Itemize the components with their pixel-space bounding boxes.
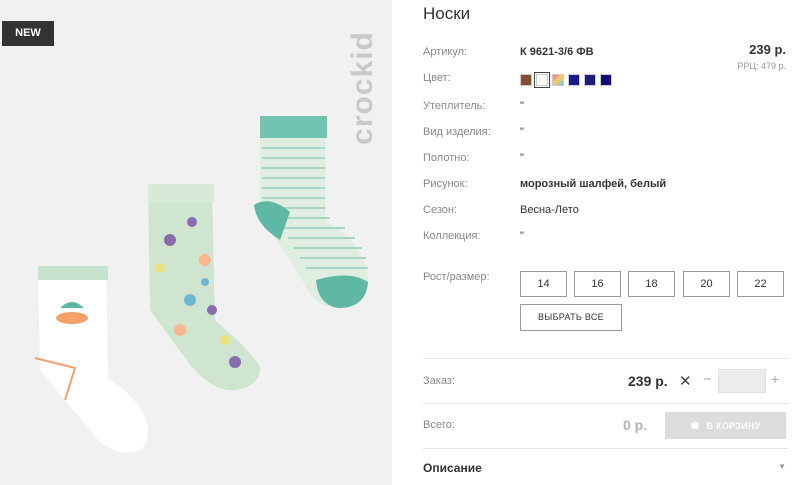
color-swatches <box>520 72 612 88</box>
multiply-icon: ✕ <box>679 373 692 390</box>
collection-label: Коллекция: <box>423 230 481 242</box>
pattern-value: морозный шалфей, белый <box>520 178 667 190</box>
item-type-value: " <box>520 126 524 138</box>
quantity-increase-button[interactable]: + <box>771 371 779 387</box>
chevron-down-icon[interactable]: ▼ <box>778 462 786 471</box>
quantity-input[interactable] <box>718 369 766 393</box>
white-sock <box>34 266 148 453</box>
order-label: Заказ: <box>423 375 455 387</box>
season-value: Весна-Лето <box>520 204 579 216</box>
collection-value: " <box>520 230 524 242</box>
divider <box>423 358 788 359</box>
item-type-label: Вид изделия: <box>423 126 491 138</box>
color-swatch[interactable] <box>552 74 564 86</box>
quantity-decrease-button[interactable]: − <box>703 371 712 388</box>
fabric-value: " <box>520 152 524 164</box>
size-button-14[interactable]: 14 <box>520 271 567 297</box>
size-button-18[interactable]: 18 <box>628 271 675 297</box>
color-swatch-selected[interactable] <box>534 72 550 88</box>
total-sum: 0 р. <box>623 417 648 433</box>
divider <box>423 403 788 404</box>
pattern-label: Рисунок: <box>423 178 468 190</box>
size-button-22[interactable]: 22 <box>737 271 784 297</box>
new-badge: NEW <box>2 21 54 46</box>
article-label: Артикул: <box>423 46 468 58</box>
add-to-cart-label: В КОРЗИНУ <box>706 420 761 431</box>
color-swatch[interactable] <box>568 74 580 86</box>
article-value: К 9621-3/6 ФВ <box>520 46 594 58</box>
color-swatch[interactable] <box>584 74 596 86</box>
product-title: Носки <box>423 4 471 23</box>
striped-sock <box>254 116 369 309</box>
color-label: Цвет: <box>423 72 451 84</box>
product-price: 239 р. <box>749 42 786 57</box>
cart-icon <box>691 420 700 429</box>
fabric-label: Полотно: <box>423 152 470 164</box>
product-details-panel: Носки 239 р. РРЦ: 479 р. Артикул: К 9621… <box>423 0 800 485</box>
recommended-price: РРЦ: 479 р. <box>737 61 786 71</box>
divider <box>423 448 788 449</box>
socks-illustration <box>34 116 369 453</box>
total-label: Всего: <box>423 419 455 431</box>
size-button-20[interactable]: 20 <box>683 271 730 297</box>
season-label: Сезон: <box>423 204 457 216</box>
add-to-cart-button[interactable]: В КОРЗИНУ <box>665 412 786 439</box>
color-swatch[interactable] <box>520 74 532 86</box>
size-button-16[interactable]: 16 <box>574 271 621 297</box>
size-label: Рост/размер: <box>423 271 490 283</box>
dino-sock <box>148 184 260 390</box>
description-toggle[interactable]: Описание <box>423 461 482 475</box>
product-photo[interactable]: NEW crockid <box>0 0 392 485</box>
order-price: 239 р. <box>628 373 668 389</box>
color-swatch[interactable] <box>600 74 612 86</box>
select-all-button[interactable]: ВЫБРАТЬ ВСЕ <box>520 304 622 331</box>
insulation-label: Утеплитель: <box>423 100 486 112</box>
insulation-value: " <box>520 100 524 112</box>
